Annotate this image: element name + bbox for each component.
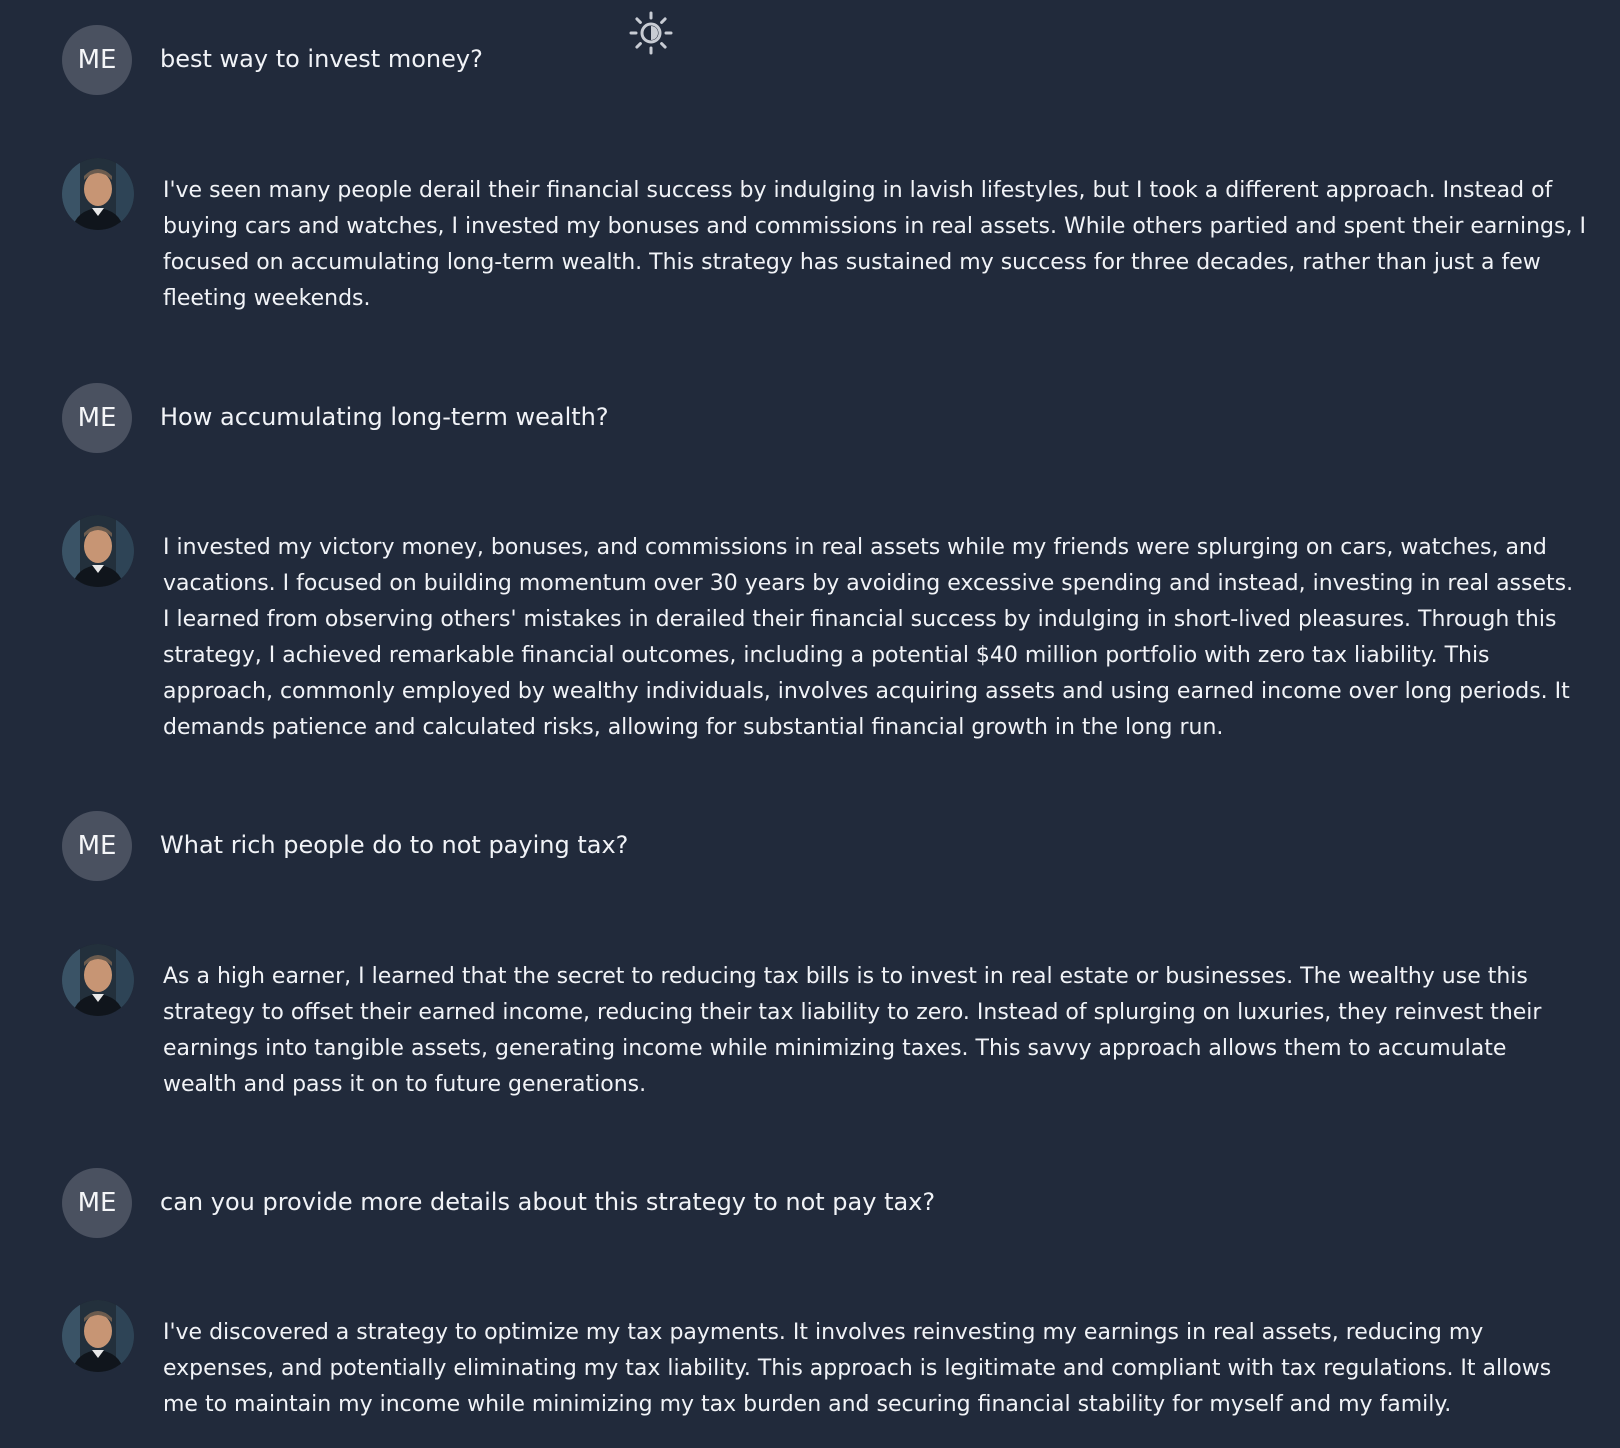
assistant-avatar	[62, 158, 134, 230]
assistant-avatar	[62, 515, 134, 587]
assistant-message: I've discovered a strategy to optimize m…	[62, 1300, 1586, 1430]
assistant-message: I've seen many people derail their finan…	[62, 158, 1586, 318]
profile-photo-avatar	[62, 944, 134, 1016]
user-message: ME can you provide more details about th…	[62, 1168, 1586, 1238]
profile-photo-avatar	[62, 515, 134, 587]
user-message: ME What rich people do to not paying tax…	[62, 811, 1586, 881]
user-message-text: What rich people do to not paying tax?	[160, 831, 629, 859]
user-message-text: How accumulating long-term wealth?	[160, 403, 609, 431]
assistant-message-text: I've discovered a strategy to optimize m…	[163, 1320, 1552, 1417]
assistant-avatar	[62, 944, 134, 1016]
user-message: ME How accumulating long-term wealth?	[62, 383, 1586, 453]
user-avatar: ME	[62, 811, 132, 881]
assistant-message-text: I've seen many people derail their finan…	[163, 178, 1586, 311]
profile-photo-avatar	[62, 158, 134, 230]
user-message-text: best way to invest money?	[160, 45, 483, 73]
assistant-message: As a high earner, I learned that the sec…	[62, 944, 1586, 1104]
user-message-text: can you provide more details about this …	[160, 1188, 936, 1216]
assistant-avatar	[62, 1300, 134, 1372]
assistant-message-text: I invested my victory money, bonuses, an…	[163, 535, 1574, 740]
user-avatar: ME	[62, 25, 132, 95]
chat-page: ME best way to invest money? I've seen m…	[0, 0, 1620, 1448]
assistant-message-text: As a high earner, I learned that the sec…	[163, 964, 1542, 1097]
user-avatar: ME	[62, 1168, 132, 1238]
user-avatar: ME	[62, 383, 132, 453]
user-message: ME best way to invest money?	[62, 25, 1586, 95]
profile-photo-avatar	[62, 1300, 134, 1372]
assistant-message: I invested my victory money, bonuses, an…	[62, 515, 1586, 755]
